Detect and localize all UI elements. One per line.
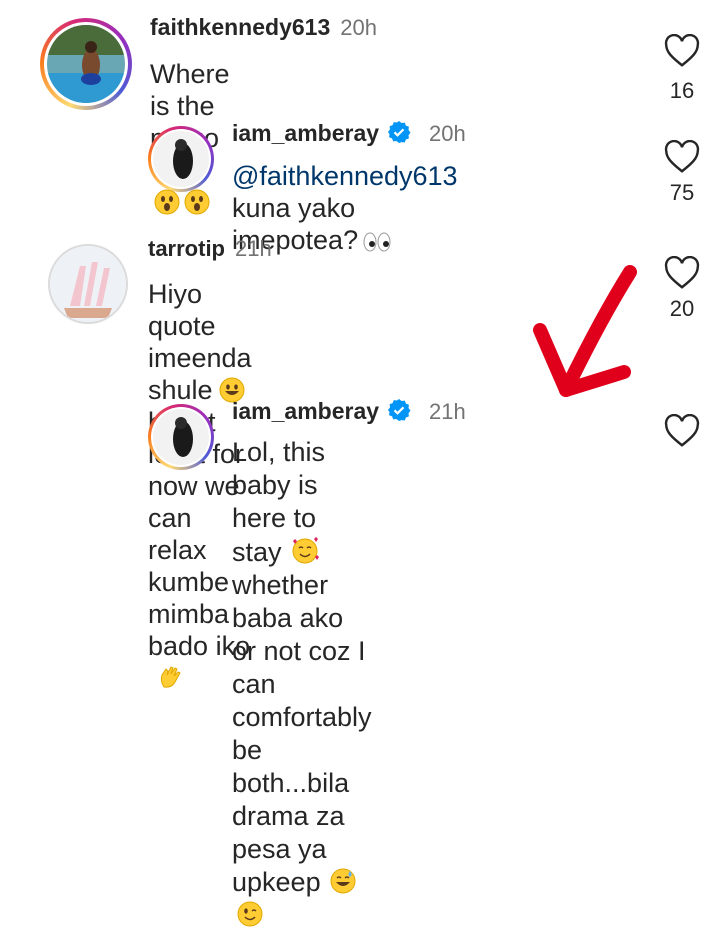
verified-badge-icon bbox=[388, 121, 411, 143]
emoji-winking-face bbox=[232, 899, 264, 932]
username[interactable]: iam_amberay bbox=[232, 398, 379, 424]
like-heart-icon[interactable] bbox=[664, 414, 700, 448]
avatar[interactable] bbox=[148, 404, 214, 470]
avatar-photo bbox=[153, 131, 209, 187]
emoji-eyes bbox=[358, 224, 392, 256]
emoji-grinning-face-with-sweat bbox=[321, 866, 357, 899]
timestamp: 20h bbox=[340, 15, 377, 40]
mention-link[interactable]: @faithkennedy613 bbox=[232, 161, 458, 191]
like-count: 16 bbox=[669, 78, 695, 103]
like-count: 20 bbox=[669, 296, 695, 321]
like-heart-icon[interactable] bbox=[664, 140, 700, 174]
timestamp: 21h bbox=[235, 236, 272, 261]
like-heart-icon[interactable] bbox=[664, 34, 700, 68]
comment-text: Lol, this baby is here to stay whether b… bbox=[232, 436, 372, 932]
timestamp: 21h bbox=[429, 399, 466, 424]
avatar[interactable] bbox=[48, 244, 128, 324]
like-count: 75 bbox=[669, 180, 695, 205]
avatar-photo bbox=[50, 246, 126, 322]
red-arrow-annotation bbox=[533, 265, 637, 397]
username[interactable]: tarrotip bbox=[148, 236, 225, 261]
like-heart-icon[interactable] bbox=[664, 256, 700, 290]
avatar[interactable] bbox=[40, 18, 132, 110]
avatar[interactable] bbox=[148, 126, 214, 192]
username[interactable]: iam_amberay bbox=[232, 120, 379, 146]
emoji-smiling-face-with-hearts bbox=[282, 535, 320, 569]
verified-badge-icon bbox=[388, 399, 411, 421]
emoji-waving-hand bbox=[148, 662, 184, 694]
avatar-photo bbox=[47, 25, 125, 103]
avatar-photo bbox=[153, 409, 209, 465]
timestamp: 20h bbox=[429, 121, 466, 146]
username[interactable]: faithkennedy613 bbox=[150, 14, 330, 40]
